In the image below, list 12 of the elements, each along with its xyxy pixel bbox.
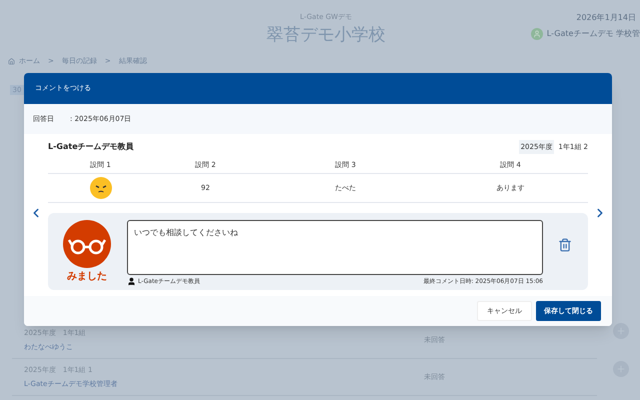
comment-field[interactable]: いつでも相談してくださいね xyxy=(127,220,543,275)
user-name[interactable]: L-Gateチームデモ 学校管 xyxy=(546,28,640,40)
user-avatar-icon xyxy=(530,28,543,40)
student-name: L-Gateチームデモ教員 xyxy=(48,141,134,153)
home-icon xyxy=(8,58,15,65)
sad-face-icon xyxy=(90,177,112,199)
glasses-stamp-icon[interactable] xyxy=(63,220,111,268)
person-icon xyxy=(127,277,136,286)
stamp-label: みました xyxy=(67,270,107,284)
school-name: 翠苔デモ小学校 xyxy=(266,24,386,46)
delete-icon[interactable] xyxy=(558,238,572,252)
date-text: 2026年1月14日 xyxy=(576,12,637,24)
